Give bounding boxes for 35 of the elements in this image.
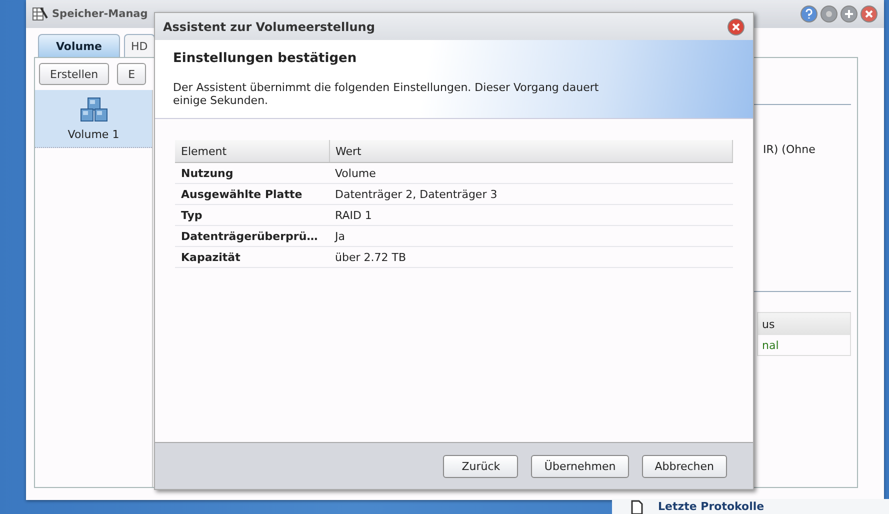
table-cell: Typ bbox=[175, 204, 329, 226]
column-header: Element bbox=[175, 140, 329, 162]
tab[interactable]: Volume bbox=[38, 34, 120, 57]
dialog-description: Der Assistent übernimmt die folgenden Einstellungen. Dieser Vorgang dauert einige Sekunden. bbox=[173, 81, 600, 107]
dialog-button[interactable]: Zurück bbox=[443, 454, 518, 478]
table-cell: Ausgewählte Platte bbox=[175, 184, 329, 204]
maximize-icon[interactable] bbox=[840, 5, 858, 23]
column-header: us bbox=[758, 313, 850, 335]
grid-tool-icon bbox=[32, 6, 48, 22]
close-icon[interactable] bbox=[727, 18, 745, 36]
table-cell: RAID 1 bbox=[329, 204, 732, 226]
tab[interactable]: HD bbox=[124, 34, 155, 57]
close-icon[interactable] bbox=[860, 5, 878, 23]
table-cell: Datenträgerüberprü… bbox=[175, 226, 329, 246]
help-icon[interactable] bbox=[800, 5, 818, 23]
table-cell: Volume bbox=[329, 162, 732, 184]
table-cell: Datenträger 2, Datenträger 3 bbox=[329, 184, 732, 204]
column-header: Wert bbox=[329, 140, 732, 162]
dialog-button[interactable]: Übernehmen bbox=[531, 454, 629, 478]
toolbar-button[interactable]: E bbox=[117, 63, 146, 85]
table-cell: Nutzung bbox=[175, 162, 329, 184]
table-cell: Ja bbox=[329, 226, 732, 246]
dialog-button[interactable]: Abbrechen bbox=[642, 454, 727, 478]
toolbar-button[interactable]: Erstellen bbox=[39, 63, 110, 85]
table-cell: über 2.72 TB bbox=[329, 246, 732, 268]
log-panel-title[interactable]: Letzte Protokolle bbox=[658, 500, 764, 513]
dialog-title: Assistent zur Volumeerstellung bbox=[163, 20, 375, 34]
dialog-heading: Einstellungen bestätigen bbox=[173, 51, 358, 66]
table-cell: Kapazität bbox=[175, 246, 329, 268]
minimize-icon[interactable] bbox=[820, 5, 838, 23]
cubes-icon bbox=[78, 96, 108, 124]
detail-text: IR) (Ohne bbox=[763, 143, 816, 156]
window-title: Speicher-Manag bbox=[52, 8, 148, 20]
status-cell-text: nal bbox=[761, 338, 780, 354]
volume-item[interactable]: Volume 1 bbox=[35, 90, 152, 148]
